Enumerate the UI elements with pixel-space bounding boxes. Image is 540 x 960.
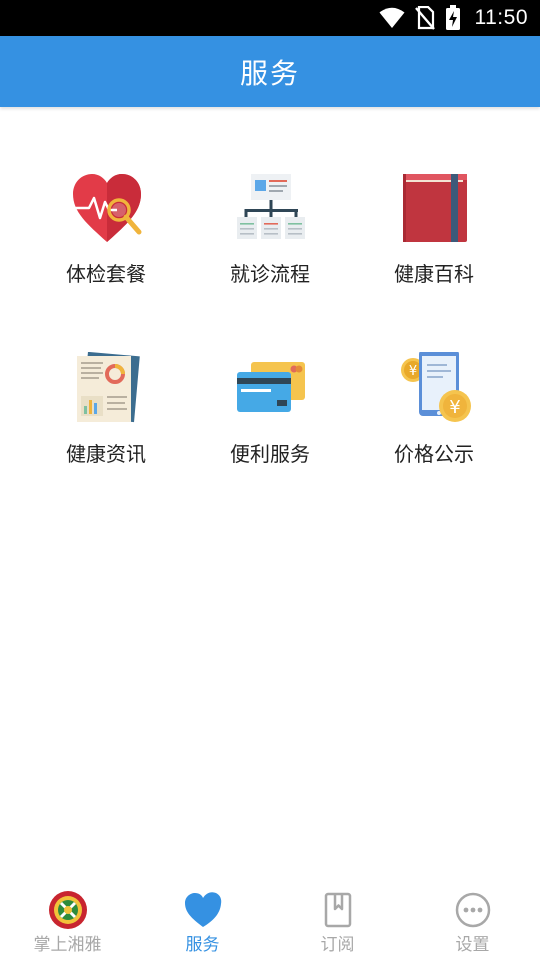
nav-label: 掌上湘雅 [33, 935, 102, 955]
service-label: 健康资讯 [66, 442, 146, 466]
service-label: 体检套餐 [66, 262, 146, 286]
nav-item-services[interactable]: 服务 [135, 880, 270, 960]
no-sim-icon [414, 6, 435, 30]
service-label: 便利服务 [230, 442, 310, 466]
report-document-icon [77, 352, 140, 423]
status-icons: 11:50 [379, 0, 529, 36]
nav-item-settings[interactable]: 设置 [405, 880, 540, 960]
wifi-icon [379, 7, 404, 28]
service-item-news[interactable]: 健康资讯 [24, 352, 188, 492]
battery-charging-icon [445, 5, 460, 30]
service-item-encyclopedia[interactable]: 健康百科 [352, 172, 516, 312]
cards-icon [237, 362, 305, 412]
bottom-nav: 掌上湘雅 服务 订阅 设置 [0, 880, 540, 960]
nav-label: 服务 [185, 935, 220, 955]
book-icon [403, 174, 467, 242]
nav-item-home[interactable]: 掌上湘雅 [0, 880, 135, 960]
flowchart-icon [237, 174, 305, 239]
status-bar: 11:50 [0, 0, 540, 36]
heart-checkup-icon [73, 174, 142, 242]
nav-label: 设置 [455, 935, 490, 955]
nav-item-subscribe[interactable]: 订阅 [270, 880, 405, 960]
status-time: 11:50 [474, 6, 528, 29]
service-item-process[interactable]: 就诊流程 [188, 172, 352, 312]
service-label: 就诊流程 [230, 262, 310, 286]
bookmark-icon [324, 892, 351, 928]
phone-yuan-icon: ¥ ¥ [401, 352, 471, 422]
service-item-convenience[interactable]: 便利服务 [188, 352, 352, 492]
xiangya-logo-icon [48, 891, 87, 929]
app-bar: 服务 [0, 36, 540, 107]
svg-text:¥: ¥ [409, 364, 417, 379]
service-label: 价格公示 [394, 442, 474, 466]
svg-text:¥: ¥ [449, 397, 460, 418]
service-item-prices[interactable]: ¥ ¥ 价格公示 [352, 352, 516, 492]
heart-icon [184, 892, 221, 927]
service-label: 健康百科 [394, 262, 474, 286]
service-item-checkup[interactable]: 体检套餐 [24, 172, 188, 312]
page-title: 服务 [239, 56, 300, 90]
more-circle-icon [455, 892, 490, 928]
nav-label: 订阅 [320, 935, 355, 955]
